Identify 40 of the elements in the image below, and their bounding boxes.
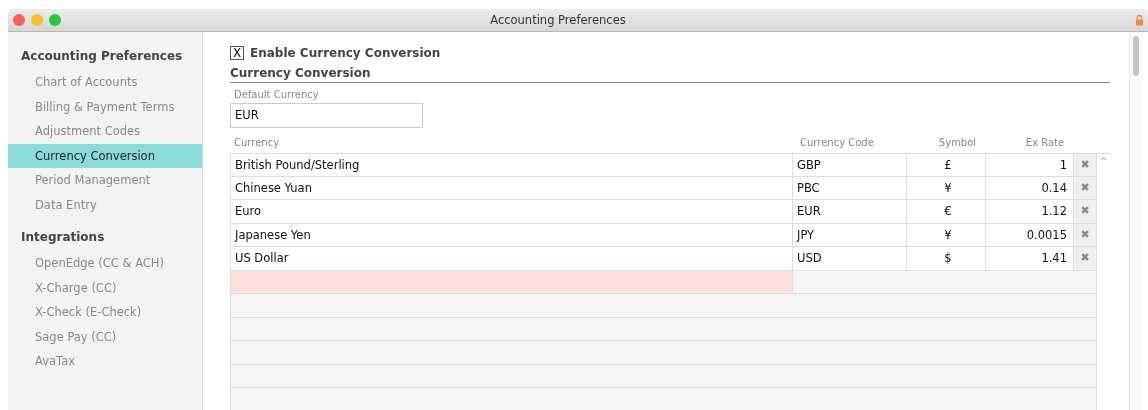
sidebar-item[interactable]: Sage Pay (CC) [8, 324, 202, 349]
table-scrollbar[interactable]: ^ [1096, 153, 1110, 410]
scroll-up-button[interactable]: ^ [1097, 154, 1110, 168]
new-row-cell[interactable] [231, 270, 793, 293]
delete-button[interactable]: ✖ [1074, 176, 1096, 199]
sidebar-item[interactable]: X-Charge (CC) [8, 275, 202, 300]
delete-button[interactable]: ✖ [1074, 154, 1096, 176]
sidebar-item[interactable]: Adjustment Codes [8, 119, 202, 144]
column-header: Currency Code [799, 137, 875, 150]
sidebar-item[interactable]: Period Management [8, 168, 202, 193]
lock-icon[interactable] [1135, 14, 1144, 26]
checkbox[interactable]: X [230, 46, 244, 60]
sidebar-item[interactable]: Billing & Payment Terms [8, 94, 202, 119]
scrollbar-thumb[interactable] [1133, 36, 1139, 76]
table-cell: Japanese Yen [231, 223, 793, 246]
delete-button[interactable]: ✖ [1074, 223, 1096, 246]
checkbox-label: Enable Currency Conversion [250, 46, 441, 60]
sidebar-item[interactable]: OpenEdge (CC & ACH) [8, 251, 202, 276]
sidebar-heading: Integrations [20, 229, 106, 246]
section-title: Currency Conversion [230, 66, 1110, 83]
input-field[interactable]: EUR [230, 103, 423, 128]
delete-button[interactable]: ✖ [1074, 200, 1096, 223]
field-label: Default Currency [233, 89, 320, 100]
sidebar-item[interactable]: Chart of Accounts [8, 70, 202, 95]
table-cell: JPY [793, 223, 907, 246]
sidebar-item[interactable]: X-Check (E-Check) [8, 300, 202, 325]
column-header: Ex Rate [1024, 137, 1066, 150]
zoom-button[interactable] [49, 14, 61, 26]
sidebar-item[interactable]: Data Entry [8, 192, 202, 217]
new-row-cell[interactable] [793, 270, 1096, 293]
window-title: Accounting Preferences [489, 13, 627, 27]
column-header: Currency [233, 137, 281, 150]
close-button[interactable] [13, 14, 25, 26]
sidebar-heading: Accounting Preferences [20, 48, 184, 65]
sidebar-item[interactable]: Currency Conversion [8, 143, 202, 168]
window-scrollbar[interactable] [1129, 32, 1142, 410]
delete-button[interactable]: ✖ [1074, 247, 1096, 270]
sidebar-item[interactable]: AvaTax [8, 349, 202, 374]
column-header: Symbol [937, 137, 978, 150]
minimize-button[interactable] [31, 14, 43, 26]
